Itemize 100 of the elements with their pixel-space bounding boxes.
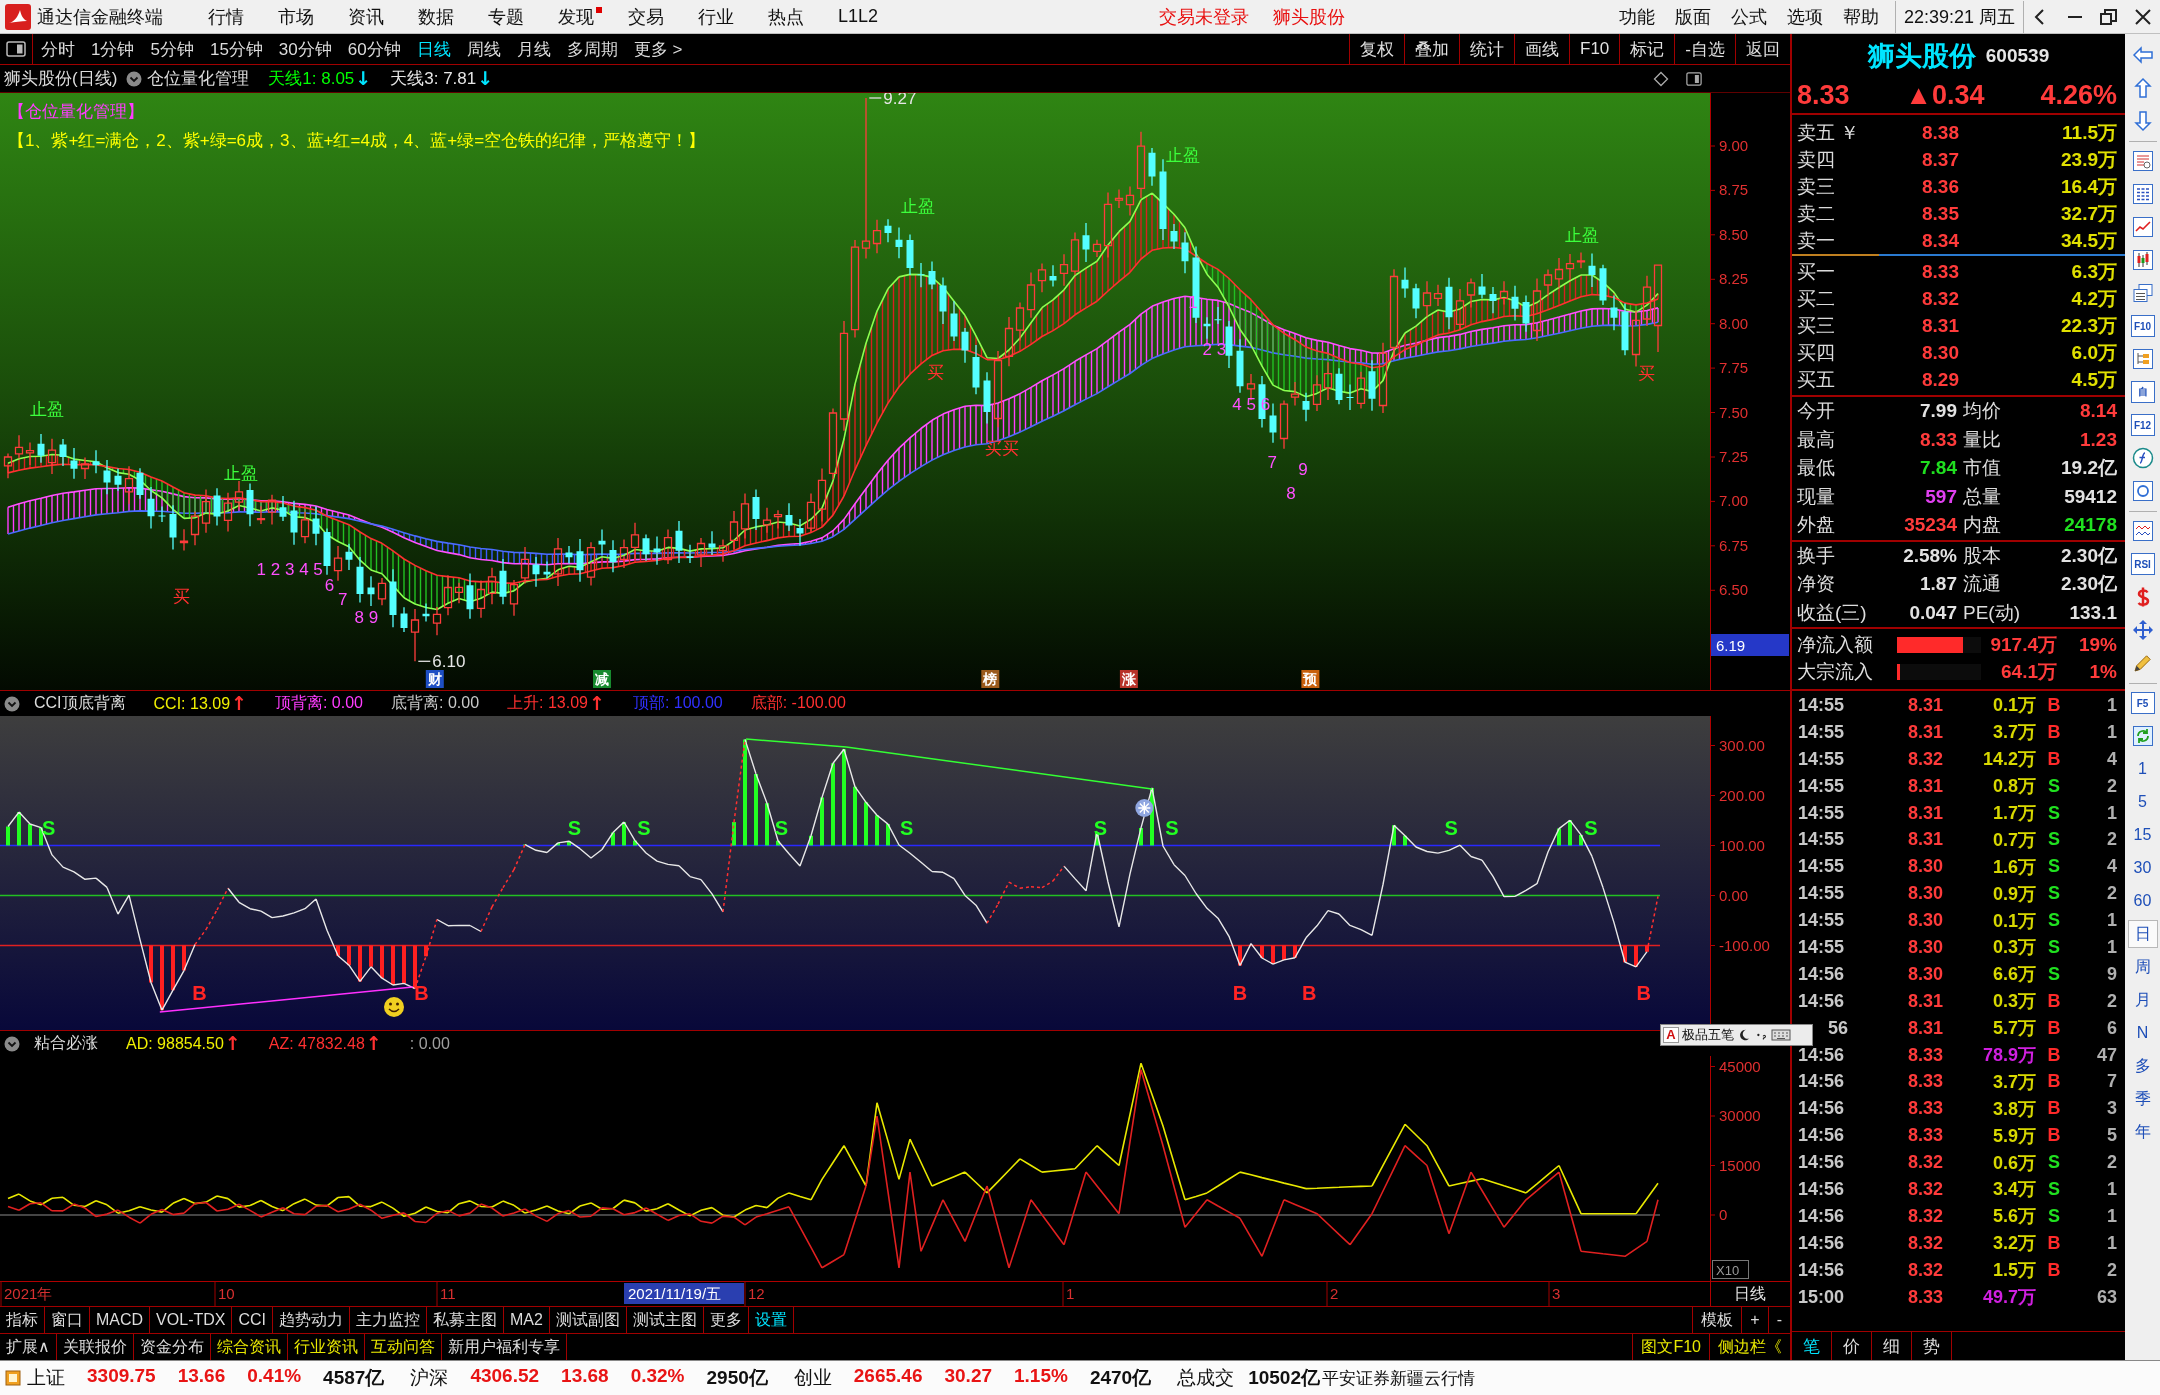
- move-icon[interactable]: [2131, 619, 2154, 641]
- arrow-down-icon[interactable]: [2131, 110, 2154, 132]
- axis-label: 6.50: [1719, 581, 1749, 599]
- toolbar-button[interactable]: 复权: [1349, 34, 1405, 64]
- period-shortcut[interactable]: 周: [2127, 953, 2158, 981]
- diamond-icon[interactable]: [1653, 70, 1669, 87]
- period-tab[interactable]: 多周期: [558, 34, 626, 64]
- input-mode-button[interactable]: A: [1663, 1027, 1679, 1043]
- period-tab[interactable]: 分时: [33, 34, 83, 64]
- period-shortcut[interactable]: N: [2127, 1019, 2158, 1047]
- tree-icon[interactable]: [2131, 348, 2154, 370]
- total-turnover-label: 总成交: [1177, 1366, 1235, 1390]
- refresh-icon[interactable]: [2131, 725, 2154, 747]
- event-marker[interactable]: 减: [593, 670, 611, 688]
- toolbar-button[interactable]: 画线: [1514, 34, 1570, 64]
- moon-icon[interactable]: [1737, 1028, 1751, 1042]
- trade-time: 14:55: [1798, 721, 1845, 743]
- index-value: 4306.52: [470, 1365, 540, 1388]
- wave-chart-icon[interactable]: [2131, 520, 2154, 542]
- side-toolbar-button[interactable]: F12: [2130, 414, 2155, 436]
- period-tab[interactable]: 60分钟: [339, 34, 409, 64]
- trend-arrow: ↑: [588, 694, 605, 713]
- period-tab[interactable]: 月线: [508, 34, 559, 64]
- order-price: 8.36: [1921, 175, 1959, 198]
- trade-volume: 49.7万: [1981, 1286, 2036, 1310]
- line-chart-icon[interactable]: [2131, 216, 2154, 238]
- candlestick-icon[interactable]: [2131, 249, 2154, 271]
- toolbar-button[interactable]: 标记: [1619, 34, 1675, 64]
- axis-label: 300.00: [1719, 736, 1765, 754]
- trade-time: 14:56: [1798, 1152, 1845, 1174]
- period-tab[interactable]: 周线: [458, 34, 509, 64]
- trade-time: 14:56: [1798, 1125, 1845, 1147]
- period-shortcut[interactable]: 日: [2127, 920, 2158, 948]
- menu-item[interactable]: 专题: [471, 0, 541, 33]
- take-profit-label: 止盈: [901, 197, 936, 217]
- trade-count: 2: [2106, 883, 2117, 905]
- trade-volume: 78.9万: [1981, 1044, 2036, 1067]
- dropdown-icon[interactable]: [4, 695, 20, 712]
- toolbar-button[interactable]: 统计: [1459, 34, 1515, 64]
- market-icon[interactable]: [5, 1370, 21, 1386]
- period-shortcut[interactable]: 5: [2127, 788, 2158, 816]
- period-tab[interactable]: 30分钟: [270, 34, 340, 64]
- period-shortcut[interactable]: 1: [2127, 755, 2158, 783]
- period-shortcut[interactable]: 月: [2127, 986, 2158, 1014]
- arrow-left-icon[interactable]: [2131, 44, 2154, 66]
- grid-icon[interactable]: [2131, 183, 2154, 205]
- alert-text[interactable]: 狮头股份: [1273, 4, 1345, 29]
- menu-item[interactable]: 版面: [1664, 0, 1721, 33]
- dropdown-icon[interactable]: [126, 70, 143, 87]
- trade-price: 8.32: [1906, 1152, 1943, 1174]
- windows-icon[interactable]: [2131, 282, 2154, 304]
- menu-item[interactable]: 发现: [541, 0, 611, 33]
- period-shortcut[interactable]: 15: [2127, 821, 2158, 849]
- alert-text[interactable]: 交易未登录: [1159, 4, 1249, 29]
- event-marker[interactable]: 榜: [981, 670, 1000, 688]
- menu-item[interactable]: 交易: [611, 0, 681, 33]
- menu-item[interactable]: 帮助: [1832, 0, 1889, 33]
- event-marker[interactable]: 预: [1301, 670, 1320, 688]
- toolbar-button[interactable]: F10: [1569, 34, 1620, 64]
- keyboard-icon[interactable]: [1771, 1027, 1791, 1043]
- index-percent: 0.41%: [247, 1365, 302, 1388]
- sequence-count-label: 1 2 3 4 5: [256, 559, 323, 579]
- order-volume: 4.2万: [2070, 286, 2117, 311]
- dropdown-icon[interactable]: [4, 1035, 20, 1052]
- side-toolbar-button[interactable]: 自: [2130, 381, 2155, 403]
- menu-item[interactable]: 热点: [751, 0, 821, 33]
- indicator-readout: AD: 98854.50: [126, 1034, 224, 1053]
- menu-item[interactable]: 行业: [681, 0, 751, 33]
- menu-item[interactable]: 功能: [1608, 0, 1665, 33]
- panel-toggle-icon[interactable]: [1686, 70, 1702, 87]
- arrow-up-icon[interactable]: [2131, 77, 2154, 99]
- menu-item[interactable]: 市场: [261, 0, 331, 33]
- period-shortcut[interactable]: 年: [2127, 1118, 2158, 1146]
- side-toolbar-button[interactable]: RSI: [2130, 553, 2155, 575]
- menu-item[interactable]: 选项: [1776, 0, 1833, 33]
- toolbar-button[interactable]: 叠加: [1404, 34, 1460, 64]
- sell-signal-label: S: [774, 817, 788, 839]
- menu-item[interactable]: 数据: [401, 0, 471, 33]
- menu-item[interactable]: 公式: [1720, 0, 1777, 33]
- menu-item[interactable]: 资讯: [331, 0, 401, 33]
- period-shortcut[interactable]: 60: [2127, 887, 2158, 915]
- period-tab[interactable]: 更多 >: [625, 34, 691, 64]
- side-toolbar-button[interactable]: F5: [2130, 692, 2155, 714]
- indicator-readout: 上升: 13.09: [507, 693, 588, 713]
- pencil-icon[interactable]: [2131, 652, 2154, 674]
- period-shortcut[interactable]: 30: [2127, 854, 2158, 882]
- period-tab[interactable]: 15分钟: [201, 34, 271, 64]
- function-icon[interactable]: [2131, 447, 2154, 469]
- period-tab[interactable]: 5分钟: [142, 34, 202, 64]
- period-shortcut[interactable]: 季: [2127, 1085, 2158, 1113]
- toolbar-button[interactable]: -自选: [1674, 34, 1735, 64]
- period-shortcut[interactable]: 多: [2127, 1052, 2158, 1080]
- menu-item[interactable]: 行情: [191, 0, 261, 33]
- period-tab[interactable]: 1分钟: [83, 34, 143, 64]
- side-toolbar-button[interactable]: F10: [2130, 315, 2155, 337]
- period-tab[interactable]: 日线: [408, 34, 459, 64]
- list-icon[interactable]: [2131, 150, 2154, 172]
- trend-arrow: ↑: [224, 1034, 241, 1053]
- stat-label: 市值: [1963, 456, 2001, 481]
- menu-item[interactable]: L1L2: [821, 0, 896, 33]
